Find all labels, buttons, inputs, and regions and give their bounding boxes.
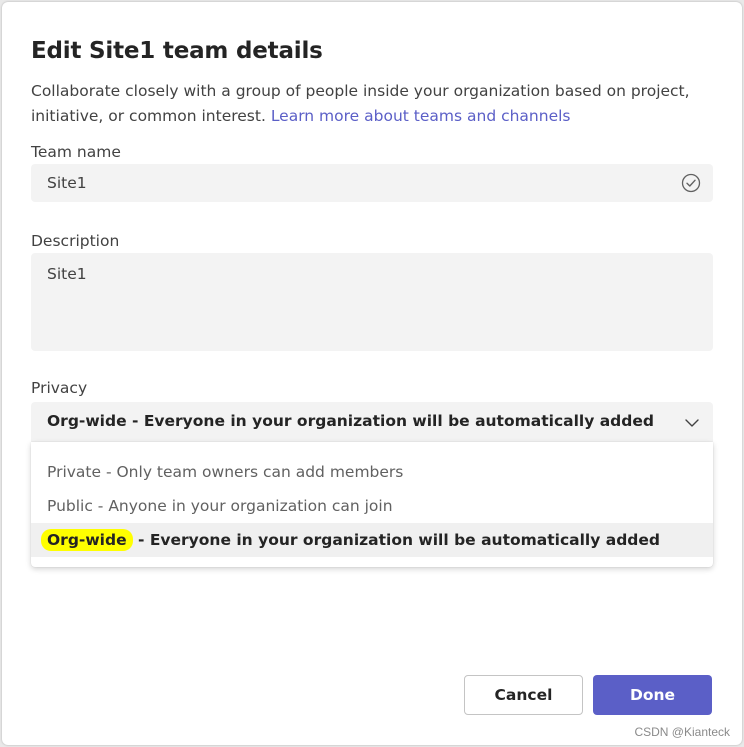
team-name-label: Team name xyxy=(31,143,121,161)
privacy-selected-value: Org-wide - Everyone in your organization… xyxy=(47,412,654,430)
description-label: Description xyxy=(31,232,120,250)
chevron-down-icon[interactable] xyxy=(683,414,701,432)
learn-more-link[interactable]: Learn more about teams and channels xyxy=(271,107,571,125)
org-wide-suffix: - Everyone in your organization will be … xyxy=(132,531,660,549)
privacy-option-private[interactable]: Private - Only team owners can add membe… xyxy=(31,455,713,489)
privacy-dropdown-list: Private - Only team owners can add membe… xyxy=(31,442,713,567)
description-value: Site1 xyxy=(47,265,87,283)
org-wide-highlight: Org-wide xyxy=(41,529,133,551)
watermark: CSDN @Kianteck xyxy=(634,725,730,739)
privacy-label: Privacy xyxy=(31,379,88,397)
cancel-button[interactable]: Cancel xyxy=(464,675,583,715)
dialog-title: Edit Site1 team details xyxy=(31,38,323,64)
privacy-select[interactable]: Org-wide - Everyone in your organization… xyxy=(31,402,713,442)
check-circle-icon xyxy=(681,173,701,193)
privacy-option-org-wide[interactable]: Org-wide - Everyone in your organization… xyxy=(31,523,713,557)
privacy-option-public[interactable]: Public - Anyone in your organization can… xyxy=(31,489,713,523)
edit-team-dialog: Edit Site1 team details Collaborate clos… xyxy=(2,2,742,745)
dialog-description: Collaborate closely with a group of peop… xyxy=(31,79,711,129)
team-name-input[interactable]: Site1 xyxy=(31,164,713,202)
description-textarea[interactable]: Site1 xyxy=(31,253,713,351)
team-name-value: Site1 xyxy=(47,174,87,192)
done-button[interactable]: Done xyxy=(593,675,712,715)
